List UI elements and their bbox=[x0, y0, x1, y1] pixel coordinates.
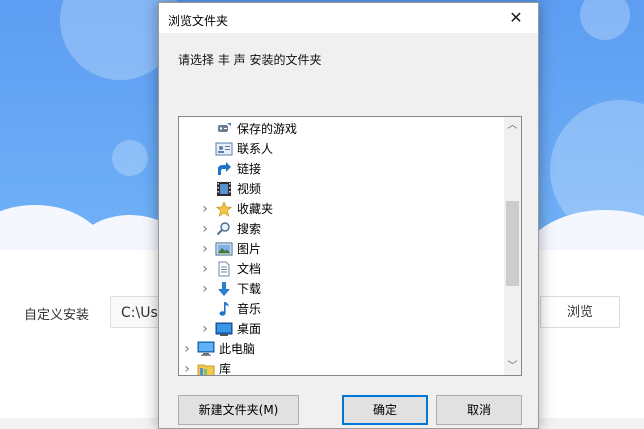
favorites-icon bbox=[215, 201, 233, 217]
cancel-button[interactable]: 取消 bbox=[436, 395, 522, 425]
saved-games-icon bbox=[215, 121, 233, 137]
expand-chevron-icon[interactable]: › bbox=[199, 219, 211, 239]
tree-item[interactable]: 联系人 bbox=[179, 139, 505, 159]
tree-item-label: 收藏夹 bbox=[237, 202, 274, 216]
tree-item[interactable]: › 文档 bbox=[179, 259, 505, 279]
tree-item[interactable]: 音乐 bbox=[179, 299, 505, 319]
tree-item[interactable]: › 下载 bbox=[179, 279, 505, 299]
tree-item[interactable]: › 库 bbox=[179, 359, 505, 376]
search-icon bbox=[215, 221, 233, 237]
music-icon bbox=[215, 301, 233, 317]
tree-item-label: 搜索 bbox=[237, 222, 262, 236]
tree-item[interactable]: 链接 bbox=[179, 159, 505, 179]
tree-item-label: 音乐 bbox=[237, 302, 262, 316]
expand-chevron-icon[interactable]: › bbox=[181, 359, 193, 375]
libraries-icon bbox=[197, 361, 215, 375]
decorative-bubble bbox=[112, 140, 148, 176]
dialog-prompt: 请选择 丰 声 安装的文件夹 bbox=[178, 53, 322, 67]
tree-item[interactable]: › 此电脑 bbox=[179, 339, 505, 359]
expand-chevron-icon[interactable]: › bbox=[181, 339, 193, 359]
custom-install-label: 自定义安装 bbox=[24, 308, 90, 323]
expand-chevron-icon[interactable]: › bbox=[199, 319, 211, 339]
close-icon[interactable]: ✕ bbox=[494, 3, 538, 33]
new-folder-button[interactable]: 新建文件夹(M) bbox=[178, 395, 299, 425]
desktop-icon bbox=[215, 321, 233, 337]
downloads-icon bbox=[215, 281, 233, 297]
videos-icon bbox=[215, 181, 233, 197]
expand-chevron-icon[interactable]: › bbox=[199, 259, 211, 279]
expand-chevron-icon[interactable]: › bbox=[199, 239, 211, 259]
browse-button[interactable]: 浏览 bbox=[540, 296, 620, 328]
decorative-bubble bbox=[580, 0, 630, 40]
documents-icon bbox=[215, 261, 233, 277]
tree-item-label: 下载 bbox=[237, 282, 262, 296]
ok-button[interactable]: 确定 bbox=[342, 395, 428, 425]
pictures-icon bbox=[215, 241, 233, 257]
scroll-thumb[interactable] bbox=[506, 201, 519, 286]
this-pc-icon bbox=[197, 341, 215, 357]
tree-item-label: 链接 bbox=[237, 162, 262, 176]
tree-item-label: 保存的游戏 bbox=[237, 122, 298, 136]
tree-item-label: 视频 bbox=[237, 182, 262, 196]
folder-tree[interactable]: 保存的游戏 联系人 链接 视频 › 收藏夹 › 搜索 › 图片 › 文档 › 下载 音乐 › 桌面 › 此电脑 › 库 … bbox=[178, 116, 522, 376]
tree-item[interactable]: › 收藏夹 bbox=[179, 199, 505, 219]
expand-chevron-icon[interactable]: › bbox=[199, 279, 211, 299]
browse-folder-dialog: 浏览文件夹 ✕ 请选择 丰 声 安装的文件夹 保存的游戏 联系人 链接 视频 › 收藏夹 ›… bbox=[158, 2, 539, 429]
links-icon bbox=[215, 161, 233, 177]
tree-item-label: 库 bbox=[219, 362, 232, 376]
expand-chevron-icon[interactable]: › bbox=[199, 199, 211, 219]
dialog-titlebar[interactable]: 浏览文件夹 ✕ bbox=[159, 3, 538, 33]
dialog-title: 浏览文件夹 bbox=[168, 14, 229, 28]
tree-item[interactable]: › 桌面 bbox=[179, 319, 505, 339]
contacts-icon bbox=[215, 141, 233, 157]
scroll-down-icon[interactable]: ﹀ bbox=[504, 358, 521, 375]
tree-item[interactable]: 保存的游戏 bbox=[179, 119, 505, 139]
tree-item[interactable]: 视频 bbox=[179, 179, 505, 199]
scroll-up-icon[interactable]: ︿ bbox=[504, 117, 521, 134]
tree-item-label: 桌面 bbox=[237, 322, 262, 336]
tree-item-label: 文档 bbox=[237, 262, 262, 276]
tree-item-label: 图片 bbox=[237, 242, 262, 256]
tree-item[interactable]: › 搜索 bbox=[179, 219, 505, 239]
tree-item[interactable]: › 图片 bbox=[179, 239, 505, 259]
tree-scrollbar[interactable]: ︿ ﹀ bbox=[504, 117, 521, 375]
tree-item-label: 此电脑 bbox=[219, 342, 256, 356]
tree-item-label: 联系人 bbox=[237, 142, 274, 156]
